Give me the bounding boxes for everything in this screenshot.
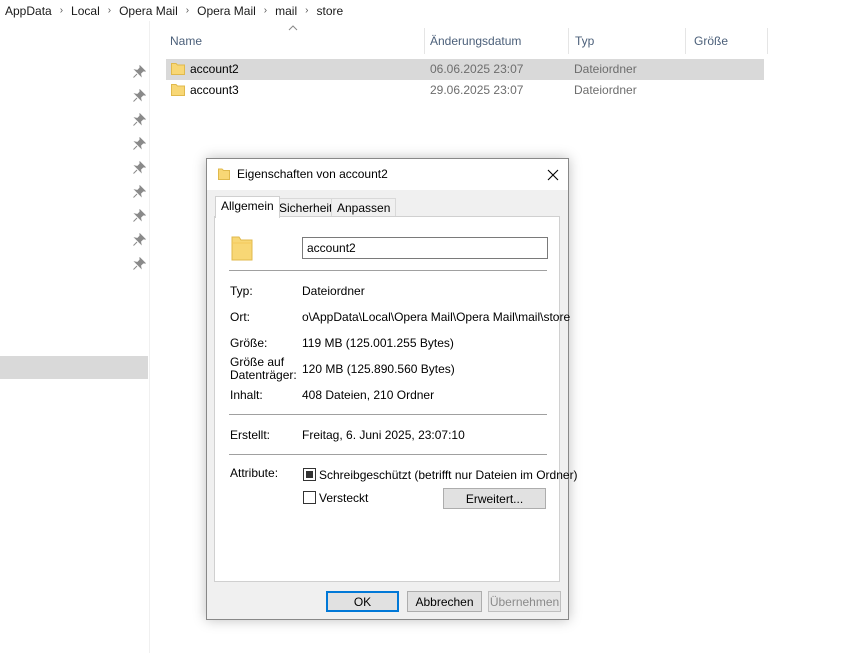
chevron-right-icon[interactable]: ›: [60, 5, 63, 16]
column-divider[interactable]: [568, 28, 569, 54]
file-date: 06.06.2025 23:07: [430, 62, 524, 76]
pin-icon: [133, 65, 146, 78]
close-button[interactable]: [537, 159, 568, 190]
breadcrumb-item-opera-mail-2[interactable]: Opera Mail: [197, 4, 256, 18]
column-header-type[interactable]: Typ: [575, 28, 685, 54]
folder-icon: [171, 63, 185, 75]
column-divider[interactable]: [685, 28, 686, 54]
breadcrumb-item-appdata[interactable]: AppData: [5, 4, 52, 18]
size-label: Größe:: [230, 336, 268, 350]
type-label: Typ:: [230, 284, 253, 298]
dialog-title: Eigenschaften von account2: [237, 167, 388, 181]
folder-name-field[interactable]: account2: [302, 237, 548, 259]
pin-icon: [133, 137, 146, 150]
divider: [229, 454, 547, 455]
file-date: 29.06.2025 23:07: [430, 83, 524, 97]
chevron-right-icon[interactable]: ›: [108, 5, 111, 16]
file-type: Dateiordner: [574, 83, 637, 97]
apply-button[interactable]: Übernehmen: [488, 591, 561, 612]
divider: [229, 270, 547, 271]
disk-size-value: 120 MB (125.890.560 Bytes): [302, 362, 455, 376]
chevron-right-icon[interactable]: ›: [186, 5, 189, 16]
column-divider[interactable]: [424, 28, 425, 54]
location-label: Ort:: [230, 310, 250, 324]
general-tab-panel: account2 Typ: Dateiordner Ort: o\AppData…: [214, 216, 578, 582]
contents-value: 408 Dateien, 210 Ordner: [302, 388, 435, 402]
size-value: 119 MB (125.001.255 Bytes): [302, 336, 454, 350]
disk-size-label-line2: Datenträger:: [230, 368, 297, 382]
location-value: o\AppData\Local\Opera Mail\Opera Mail\ma…: [302, 310, 571, 324]
ok-button[interactable]: OK: [326, 591, 399, 612]
pin-icon: [133, 233, 146, 246]
hidden-label[interactable]: Versteckt: [319, 491, 368, 505]
column-header-date[interactable]: Änderungsdatum: [430, 28, 568, 54]
type-value: Dateiordner: [302, 284, 365, 298]
tab-anpassen[interactable]: Anpassen: [331, 198, 397, 217]
breadcrumb-item-store[interactable]: store: [317, 4, 344, 18]
chevron-right-icon[interactable]: ›: [264, 5, 267, 16]
readonly-checkbox[interactable]: [303, 468, 316, 481]
column-header-name[interactable]: Name: [170, 28, 424, 54]
breadcrumb-item-local[interactable]: Local: [71, 4, 100, 18]
file-name: account2: [190, 62, 239, 76]
cancel-button[interactable]: Abbrechen: [407, 591, 482, 612]
divider: [229, 414, 547, 415]
tab-allgemein[interactable]: Allgemein: [215, 196, 280, 218]
pin-icon: [133, 89, 146, 102]
column-header-size[interactable]: Größe: [694, 28, 766, 54]
properties-dialog: Eigenschaften von account2 Allgemein Sic…: [206, 158, 578, 620]
folder-icon: [218, 168, 230, 180]
dialog-title-bar[interactable]: Eigenschaften von account2: [207, 159, 568, 190]
pin-icon: [133, 185, 146, 198]
pin-icon: [133, 161, 146, 174]
file-row-account2[interactable]: account2 06.06.2025 23:07 Dateiordner: [166, 59, 764, 80]
breadcrumb-item-mail[interactable]: mail: [275, 4, 297, 18]
nav-item-selected[interactable]: [0, 356, 148, 379]
created-value: Freitag, 6. Juni 2025, 23:07:10: [302, 428, 465, 442]
breadcrumb-item-opera-mail[interactable]: Opera Mail: [119, 4, 178, 18]
file-type: Dateiordner: [574, 62, 637, 76]
hidden-checkbox[interactable]: [303, 491, 316, 504]
advanced-button[interactable]: Erweitert...: [443, 488, 546, 509]
pin-icon: [133, 113, 146, 126]
file-row-account3[interactable]: account3 29.06.2025 23:07 Dateiordner: [166, 80, 764, 101]
pin-icon: [133, 209, 146, 222]
close-icon: [547, 169, 558, 180]
tab-sicherheit[interactable]: Sicherheit: [273, 198, 339, 217]
breadcrumb: AppData › Local › Opera Mail › Opera Mai…: [0, 0, 846, 21]
attributes-label: Attribute:: [230, 466, 279, 480]
file-name: account3: [190, 83, 239, 97]
readonly-label[interactable]: Schreibgeschützt (betrifft nur Dateien i…: [319, 468, 578, 482]
chevron-right-icon[interactable]: ›: [305, 5, 308, 16]
folder-icon: [171, 84, 185, 96]
contents-label: Inhalt:: [230, 388, 263, 402]
column-divider[interactable]: [767, 28, 768, 54]
pin-icon: [133, 257, 146, 270]
created-label: Erstellt:: [230, 428, 271, 442]
folder-icon: [231, 236, 253, 261]
navigation-pane[interactable]: [0, 21, 150, 653]
